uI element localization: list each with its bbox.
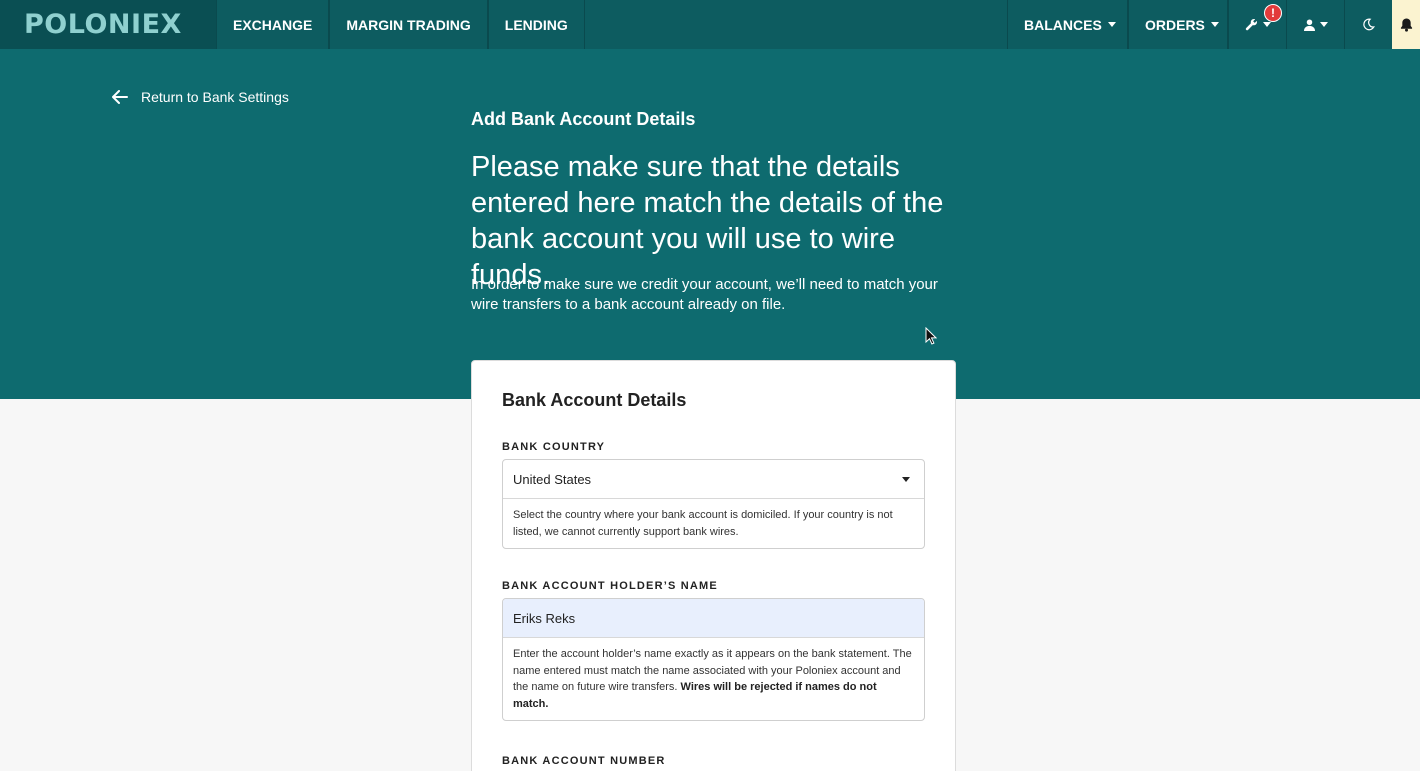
page-subtitle: Add Bank Account Details [471,109,696,129]
bank-country-value: United States [513,471,592,487]
intro-text: In order to make sure we credit your acc… [471,276,938,313]
nav-exchange[interactable]: EXCHANGE [216,0,330,49]
bank-country-field: United States Select the country where y… [502,459,925,549]
nav-orders[interactable]: ORDERS [1128,0,1228,49]
bank-account-details-card: Bank Account Details BANK COUNTRY United… [471,360,956,771]
account-menu-button[interactable] [1286,0,1344,49]
nav-margin-trading[interactable]: MARGIN TRADING [329,0,488,49]
chevron-down-icon [1262,22,1271,27]
card-title: Bank Account Details [502,390,687,410]
nav-balances[interactable]: BALANCES [1007,0,1128,49]
tools-menu-button[interactable]: ! [1228,0,1286,49]
holder-name-input[interactable]: Eriks Reks [503,599,924,638]
hero-banner: Return to Bank Settings Add Bank Account… [0,49,1420,399]
dark-mode-toggle[interactable] [1344,0,1392,49]
bank-country-help: Select the country where your bank accou… [513,509,893,538]
mouse-cursor-icon [925,327,937,345]
page-headline: Please make sure that the details entere… [471,151,944,291]
top-nav: POLONIEX EXCHANGE MARGIN TRADING LENDING… [0,0,1420,49]
user-icon [1303,19,1315,31]
notifications-button[interactable] [1392,0,1420,49]
dropdown-caret-icon [902,477,910,482]
holder-name-value: Eriks Reks [513,610,576,626]
chevron-down-icon [1210,22,1219,27]
arrow-left-icon [112,90,128,104]
moon-icon [1363,18,1375,31]
back-link-label: Return to Bank Settings [141,89,289,105]
nav-orders-label: ORDERS [1145,16,1205,33]
holder-name-field: Eriks Reks Enter the account holder’s na… [502,598,925,721]
account-number-label: BANK ACCOUNT NUMBER [502,755,666,767]
holder-name-help: Enter the account holder’s name exactly … [503,638,924,720]
bank-country-label: BANK COUNTRY [502,441,606,453]
nav-balances-label: BALANCES [1024,16,1102,33]
nav-lending[interactable]: LENDING [487,0,585,49]
poloniex-logo[interactable]: POLONIEX [0,0,216,49]
chevron-down-icon [1319,22,1328,27]
wrench-icon [1245,18,1257,31]
return-to-bank-settings-link[interactable]: Return to Bank Settings [112,89,289,105]
holder-name-label: BANK ACCOUNT HOLDER’S NAME [502,580,718,592]
bell-icon [1400,18,1412,32]
bank-country-select[interactable]: United States [503,460,924,499]
alert-badge: ! [1264,4,1282,22]
chevron-down-icon [1107,22,1116,27]
